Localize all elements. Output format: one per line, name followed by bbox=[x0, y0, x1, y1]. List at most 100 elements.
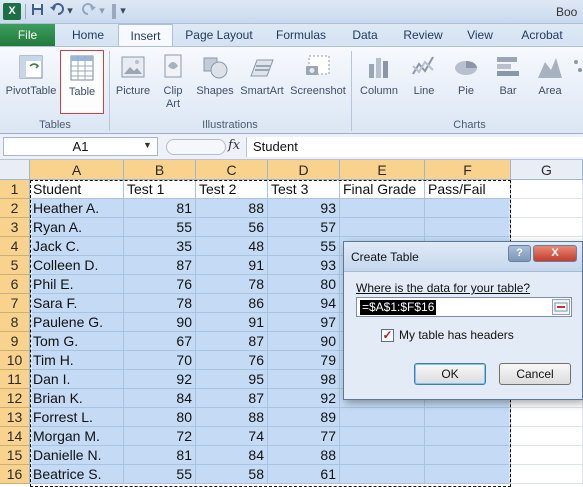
row-header-11[interactable]: 11 bbox=[0, 370, 30, 389]
has-headers-checkbox[interactable]: ✓ bbox=[381, 329, 394, 342]
save-icon[interactable] bbox=[30, 3, 44, 20]
pie-chart-button[interactable]: Pie bbox=[446, 50, 486, 114]
row-header-15[interactable]: 15 bbox=[0, 446, 30, 465]
row-header-4[interactable]: 4 bbox=[0, 237, 30, 256]
cell-a2[interactable]: Heather A. bbox=[30, 199, 124, 218]
clip-art-button[interactable]: Clip Art bbox=[156, 50, 190, 114]
cell-c5[interactable]: 91 bbox=[196, 256, 268, 275]
cell-f2[interactable] bbox=[425, 199, 511, 218]
cell-d3[interactable]: 57 bbox=[268, 218, 340, 237]
cell-d2[interactable]: 93 bbox=[268, 199, 340, 218]
tab-data[interactable]: Data bbox=[343, 24, 387, 46]
cell-c16[interactable]: 58 bbox=[196, 465, 268, 484]
cell-b3[interactable]: 55 bbox=[124, 218, 196, 237]
tab-page-layout[interactable]: Page Layout bbox=[178, 24, 260, 46]
cell-c12[interactable]: 87 bbox=[196, 389, 268, 408]
cell-d8[interactable]: 97 bbox=[268, 313, 340, 332]
column-header-c[interactable]: C bbox=[196, 160, 268, 180]
cell-f1[interactable]: Pass/Fail bbox=[425, 180, 511, 199]
cell-d12[interactable]: 92 bbox=[268, 389, 340, 408]
cell-b6[interactable]: 76 bbox=[124, 275, 196, 294]
range-input[interactable]: =$A$1:$F$16 bbox=[356, 297, 572, 317]
tab-file[interactable]: File bbox=[0, 24, 55, 46]
cell-c10[interactable]: 76 bbox=[196, 351, 268, 370]
cell-a6[interactable]: Phil E. bbox=[30, 275, 124, 294]
cell-b8[interactable]: 90 bbox=[124, 313, 196, 332]
row-header-16[interactable]: 16 bbox=[0, 465, 30, 484]
cell-f13[interactable] bbox=[425, 408, 511, 427]
cell-e1[interactable]: Final Grade bbox=[340, 180, 425, 199]
row-header-12[interactable]: 12 bbox=[0, 389, 30, 408]
name-box[interactable]: A1 bbox=[3, 137, 158, 156]
row-header-1[interactable]: 1 bbox=[0, 180, 30, 199]
cell-b16[interactable]: 55 bbox=[124, 465, 196, 484]
cell-b7[interactable]: 78 bbox=[124, 294, 196, 313]
formula-bar-handle[interactable] bbox=[166, 139, 226, 155]
cell-b2[interactable]: 81 bbox=[124, 199, 196, 218]
cell-d5[interactable]: 93 bbox=[268, 256, 340, 275]
excel-icon[interactable]: X bbox=[3, 3, 21, 20]
cell-g3[interactable] bbox=[511, 218, 583, 237]
cell-d15[interactable]: 88 bbox=[268, 446, 340, 465]
cell-c13[interactable]: 88 bbox=[196, 408, 268, 427]
cell-c11[interactable]: 95 bbox=[196, 370, 268, 389]
cell-c8[interactable]: 91 bbox=[196, 313, 268, 332]
cell-d14[interactable]: 77 bbox=[268, 427, 340, 446]
cell-c1[interactable]: Test 2 bbox=[196, 180, 268, 199]
row-header-5[interactable]: 5 bbox=[0, 256, 30, 275]
cell-a3[interactable]: Ryan A. bbox=[30, 218, 124, 237]
redo-dropdown-icon[interactable]: ▾ bbox=[98, 3, 106, 20]
column-header-b[interactable]: B bbox=[124, 160, 196, 180]
column-header-d[interactable]: D bbox=[268, 160, 340, 180]
cell-c4[interactable]: 48 bbox=[196, 237, 268, 256]
range-input-value[interactable]: =$A$1:$F$16 bbox=[360, 300, 437, 315]
tab-review[interactable]: Review bbox=[396, 24, 450, 46]
tab-home[interactable]: Home bbox=[62, 24, 114, 46]
cell-d16[interactable]: 61 bbox=[268, 465, 340, 484]
collapse-dialog-button[interactable] bbox=[552, 299, 570, 315]
cell-b5[interactable]: 87 bbox=[124, 256, 196, 275]
row-header-14[interactable]: 14 bbox=[0, 427, 30, 446]
name-box-dropdown-icon[interactable]: ▼ bbox=[143, 140, 152, 150]
cell-g1[interactable] bbox=[511, 180, 583, 199]
cell-f15[interactable] bbox=[425, 446, 511, 465]
column-header-a[interactable]: A bbox=[30, 160, 124, 180]
cell-a4[interactable]: Jack C. bbox=[30, 237, 124, 256]
cell-e2[interactable] bbox=[340, 199, 425, 218]
cell-g2[interactable] bbox=[511, 199, 583, 218]
cell-b13[interactable]: 80 bbox=[124, 408, 196, 427]
cell-f14[interactable] bbox=[425, 427, 511, 446]
cell-g16[interactable] bbox=[511, 465, 583, 484]
formula-input[interactable]: Student bbox=[246, 137, 583, 157]
area-chart-button[interactable]: Area bbox=[530, 50, 570, 114]
cell-b14[interactable]: 72 bbox=[124, 427, 196, 446]
has-headers-label[interactable]: My table has headers bbox=[399, 328, 514, 342]
cell-c7[interactable]: 86 bbox=[196, 294, 268, 313]
cell-a5[interactable]: Colleen D. bbox=[30, 256, 124, 275]
cell-b1[interactable]: Test 1 bbox=[124, 180, 196, 199]
insert-function-icon[interactable]: fx bbox=[228, 138, 240, 153]
table-button[interactable]: Table bbox=[60, 50, 104, 114]
cell-a8[interactable]: Paulene G. bbox=[30, 313, 124, 332]
column-chart-button[interactable]: Column bbox=[356, 50, 402, 114]
cell-d9[interactable]: 90 bbox=[268, 332, 340, 351]
cell-a11[interactable]: Dan I. bbox=[30, 370, 124, 389]
cell-c6[interactable]: 78 bbox=[196, 275, 268, 294]
cell-b9[interactable]: 67 bbox=[124, 332, 196, 351]
customize-toolbar-icon[interactable]: ▾ bbox=[118, 3, 128, 20]
cell-f3[interactable] bbox=[425, 218, 511, 237]
cell-b11[interactable]: 92 bbox=[124, 370, 196, 389]
cell-e15[interactable] bbox=[340, 446, 425, 465]
screenshot-button[interactable]: Screenshot bbox=[288, 50, 348, 114]
cell-e14[interactable] bbox=[340, 427, 425, 446]
row-header-8[interactable]: 8 bbox=[0, 313, 30, 332]
cell-a9[interactable]: Tom G. bbox=[30, 332, 124, 351]
row-header-13[interactable]: 13 bbox=[0, 408, 30, 427]
cell-e13[interactable] bbox=[340, 408, 425, 427]
select-all-corner[interactable] bbox=[0, 160, 30, 180]
cell-b12[interactable]: 84 bbox=[124, 389, 196, 408]
bar-chart-button[interactable]: Bar bbox=[488, 50, 528, 114]
cell-c14[interactable]: 74 bbox=[196, 427, 268, 446]
tab-formulas[interactable]: Formulas bbox=[268, 24, 334, 46]
cell-g15[interactable] bbox=[511, 446, 583, 465]
